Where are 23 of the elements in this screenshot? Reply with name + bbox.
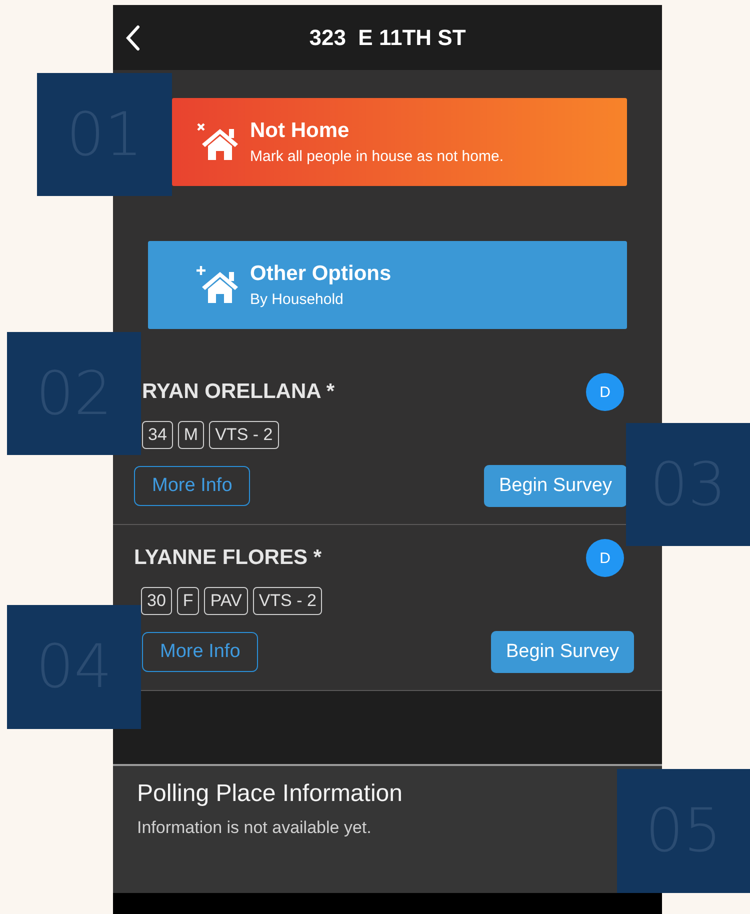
more-info-button[interactable]: More Info (134, 466, 250, 506)
party-badge: D (586, 539, 624, 577)
household-action-button[interactable]: Other Options By Household (148, 241, 627, 329)
person-tag: PAV (204, 587, 248, 615)
person-name: LYANNE FLORES * (134, 546, 322, 570)
more-info-button[interactable]: More Info (142, 632, 258, 672)
person-tag: VTS - 2 (252, 587, 322, 615)
begin-survey-button[interactable]: Begin Survey (490, 631, 634, 673)
screen-title: 323 E 11TH ST (309, 24, 466, 50)
house-icon (196, 265, 240, 305)
begin-survey-button[interactable]: Begin Survey (484, 465, 627, 507)
party-badge: D (586, 373, 624, 411)
house-icon (196, 122, 240, 162)
back-icon[interactable] (126, 25, 140, 51)
household-action-button[interactable]: Not Home Mark all people in house as not home. (172, 98, 627, 186)
person-tag: VTS - 2 (209, 421, 279, 449)
person-name: RYAN ORELLANA * (142, 380, 335, 404)
person-tag: F (176, 587, 200, 615)
person-tag: 30 (141, 587, 172, 615)
person-tag: 34 (142, 421, 173, 449)
person-tag: M (178, 421, 204, 449)
panel-title: Polling Place Information (137, 780, 404, 808)
panel-message: Information is not available yet. (137, 818, 372, 838)
